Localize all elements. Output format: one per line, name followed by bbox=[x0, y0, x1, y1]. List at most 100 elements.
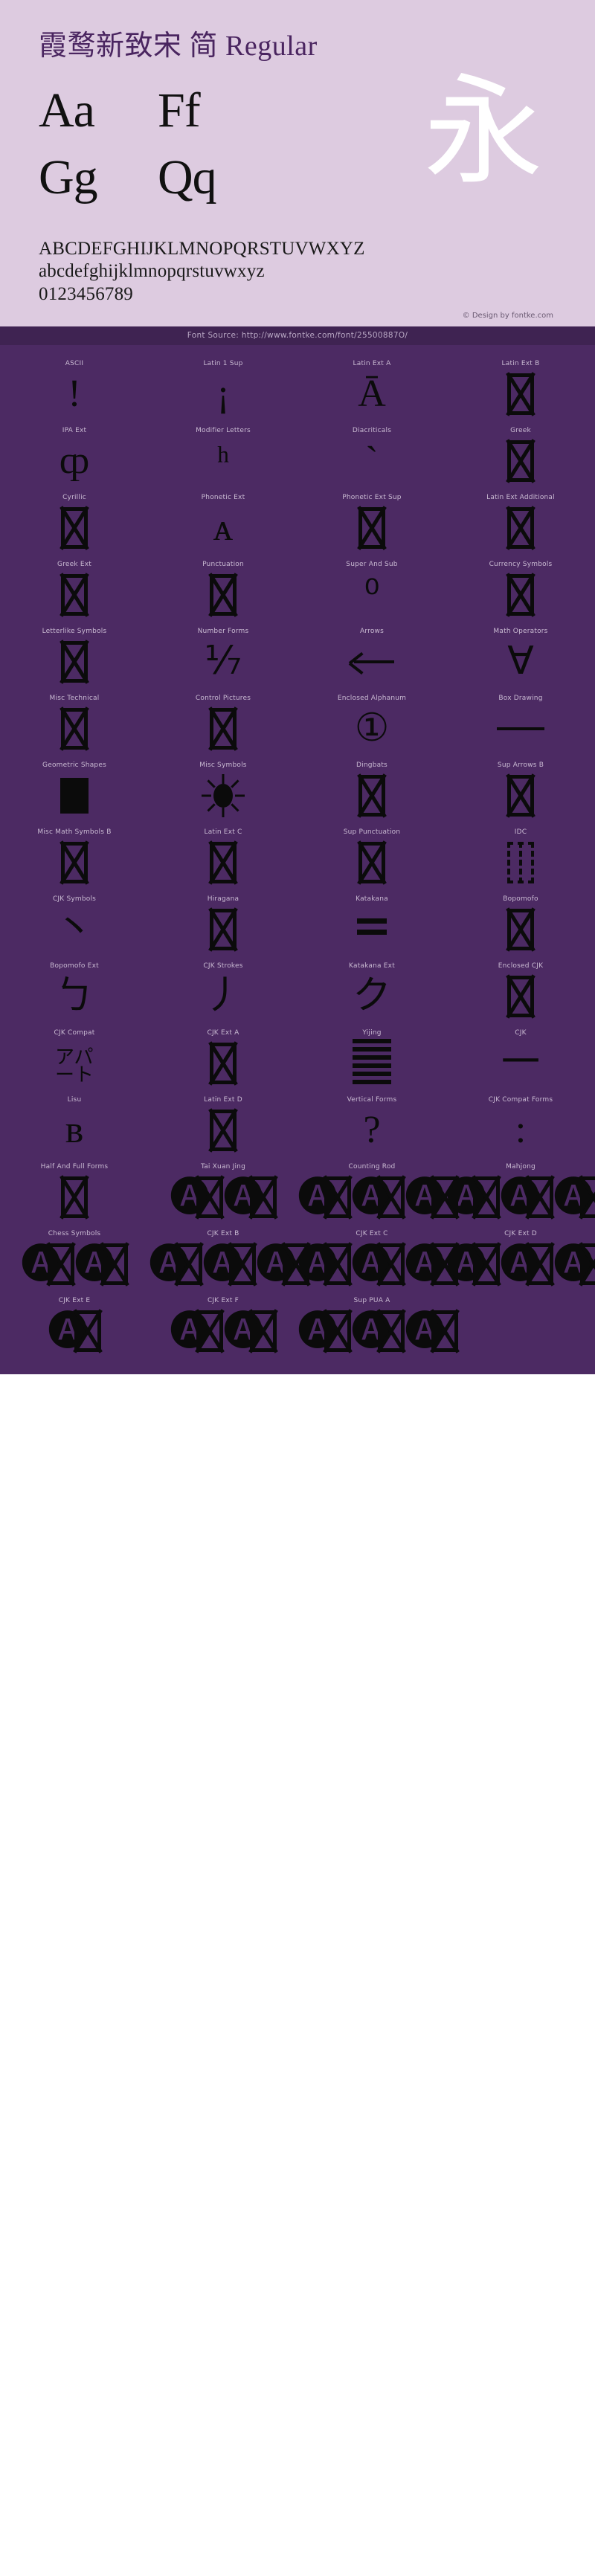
unicode-block-cell[interactable]: Mahjong🅐🅐🅐🅐 bbox=[446, 1156, 595, 1223]
unicode-block-cell[interactable]: Hiragana bbox=[149, 888, 298, 955]
unicode-block-cell[interactable]: Geometric Shapes bbox=[0, 754, 149, 821]
unicode-block-cell[interactable]: Sup Punctuation bbox=[298, 821, 446, 888]
unicode-block-cell[interactable]: CJK Ext E 🅐 bbox=[0, 1289, 149, 1356]
unicode-block-cell[interactable]: Yijing bbox=[298, 1022, 446, 1089]
glyph-sample-text: ᴀ bbox=[213, 506, 234, 550]
unicode-block-cell[interactable]: Misc Technical bbox=[0, 687, 149, 754]
unicode-block-cell[interactable]: Latin Ext D bbox=[149, 1089, 298, 1156]
missing-glyph-box bbox=[324, 1176, 351, 1219]
unicode-block-sample: : bbox=[446, 1105, 595, 1156]
unicode-block-label: CJK Ext E bbox=[58, 1297, 91, 1305]
unicode-block-cell[interactable]: Sup PUA A 🅐 🅐 🅐 bbox=[298, 1289, 458, 1356]
missing-glyph-box bbox=[210, 708, 237, 750]
unicode-block-sample bbox=[446, 703, 595, 754]
block-row: CJK Symbols 丶 Hiragana Katakana Bopomofo bbox=[0, 888, 595, 955]
unicode-block-sample: 丿 bbox=[149, 971, 298, 1022]
unicode-block-sample: ㄅ bbox=[0, 971, 149, 1022]
block-row: Lisu ʙ Latin Ext D Vertical Forms? CJK Compa… bbox=[0, 1089, 595, 1156]
unicode-block-cell[interactable]: Enclosed Alphanum ① bbox=[298, 687, 446, 754]
unicode-block-sample: ʰ bbox=[149, 436, 298, 486]
unicode-block-cell[interactable]: Latin Ext C bbox=[149, 821, 298, 888]
unicode-block-cell[interactable]: Latin 1 Sup ¡ bbox=[149, 352, 298, 419]
unicode-block-cell[interactable]: Letterlike Symbols bbox=[0, 620, 149, 687]
unicode-block-cell[interactable]: Misc Symbols bbox=[149, 754, 298, 821]
unicode-block-sample: ` bbox=[298, 436, 446, 486]
unicode-block-cell[interactable]: CJK 一 bbox=[446, 1022, 595, 1089]
unicode-block-cell[interactable]: Currency Symbols bbox=[446, 553, 595, 620]
unicode-block-label: Dingbats bbox=[356, 761, 387, 770]
unicode-block-cell[interactable]: Box Drawing bbox=[446, 687, 595, 754]
block-row: Bopomofo Ext ㄅ CJK Strokes 丿 Katakana Ext ク En… bbox=[0, 955, 595, 1022]
unicode-block-label: Letterlike Symbols bbox=[42, 628, 107, 636]
arrow-left-icon bbox=[348, 651, 394, 675]
missing-glyph-box bbox=[527, 1243, 553, 1286]
missing-glyph-box bbox=[507, 909, 534, 951]
unicode-block-cell[interactable]: Math Operators ∀ bbox=[446, 620, 595, 687]
unicode-block-label: Phonetic Ext bbox=[201, 494, 245, 502]
unicode-block-label: Sup PUA A bbox=[353, 1297, 390, 1305]
missing-glyph-box bbox=[196, 1176, 223, 1219]
glyph-sample-ff: Ff bbox=[158, 83, 201, 138]
missing-glyph-box bbox=[473, 1176, 500, 1219]
missing-glyph-box bbox=[250, 1310, 277, 1353]
glyph-sample-text: 丶 bbox=[54, 908, 94, 951]
unicode-block-cell[interactable]: Control Pictures bbox=[149, 687, 298, 754]
font-source-link[interactable]: Font Source: http://www.fontke.com/font/… bbox=[0, 326, 595, 346]
unicode-block-cell[interactable]: Counting Rod 🅐 🅐 🅐 bbox=[298, 1156, 458, 1223]
unicode-block-cell[interactable]: Cyrillic bbox=[0, 486, 149, 553]
unicode-block-label: Latin Ext A bbox=[353, 360, 391, 368]
unicode-block-cell[interactable]: Chess Symbols 🅐 🅐 bbox=[0, 1223, 149, 1289]
missing-glyph-box bbox=[61, 574, 88, 616]
double-equal-glyph bbox=[357, 918, 387, 941]
unicode-block-cell[interactable]: Half And Full Forms bbox=[0, 1156, 149, 1223]
unicode-block-cell[interactable]: Phonetic Ext Sup bbox=[298, 486, 446, 553]
unicode-block-cell[interactable] bbox=[446, 1289, 595, 1356]
unicode-block-cell[interactable]: Diacriticals ` bbox=[298, 419, 446, 486]
unicode-block-cell[interactable]: Enclosed CJK bbox=[446, 955, 595, 1022]
unicode-block-cell[interactable]: Katakana bbox=[298, 888, 446, 955]
unicode-block-cell[interactable]: Number Forms ⅐ bbox=[149, 620, 298, 687]
unicode-block-label: Punctuation bbox=[202, 561, 244, 569]
unicode-block-cell[interactable]: Bopomofo bbox=[446, 888, 595, 955]
unicode-block-sample bbox=[149, 570, 298, 620]
unicode-block-cell[interactable]: Latin Ext B bbox=[446, 352, 595, 419]
unicode-block-cell[interactable]: Arrows bbox=[298, 620, 446, 687]
unicode-block-cell[interactable]: Phonetic Ext ᴀ bbox=[149, 486, 298, 553]
unicode-block-cell[interactable]: IDC bbox=[446, 821, 595, 888]
unicode-block-cell[interactable]: Super And Sub ⁰ bbox=[298, 553, 446, 620]
unicode-block-cell[interactable]: Dingbats bbox=[298, 754, 446, 821]
unicode-block-cell[interactable]: Greek Ext bbox=[0, 553, 149, 620]
unicode-block-cell[interactable]: Latin Ext Additional bbox=[446, 486, 595, 553]
unicode-block-cell[interactable]: CJK Ext F 🅐 🅐 bbox=[149, 1289, 298, 1356]
unicode-block-cell[interactable]: CJK Compat アパ ート bbox=[0, 1022, 149, 1089]
unicode-block-cell[interactable]: Punctuation bbox=[149, 553, 298, 620]
missing-glyph-box bbox=[473, 1243, 500, 1286]
unicode-block-cell[interactable]: CJK Ext C 🅐 🅐 🅐 bbox=[298, 1223, 458, 1289]
unicode-block-cell[interactable]: Tai Xuan Jing 🅐 🅐 bbox=[149, 1156, 298, 1223]
unicode-block-cell[interactable]: Modifier Letters ʰ bbox=[149, 419, 298, 486]
unicode-block-cell[interactable]: Sup Arrows B bbox=[446, 754, 595, 821]
unicode-block-sample bbox=[149, 1038, 298, 1089]
unicode-block-cell[interactable]: CJK Ext A bbox=[149, 1022, 298, 1089]
unicode-block-sample: ȹ bbox=[0, 436, 149, 486]
unicode-block-cell[interactable]: Latin Ext A Ā bbox=[298, 352, 446, 419]
unicode-block-cell[interactable]: CJK Symbols 丶 bbox=[0, 888, 149, 955]
block-row: ASCII! Latin 1 Sup ¡ Latin Ext A Ā Latin Ext … bbox=[0, 352, 595, 419]
unicode-block-label: Yijing bbox=[362, 1029, 382, 1037]
unicode-block-cell[interactable]: CJK Ext B 🅐 🅐 🅐 bbox=[149, 1223, 309, 1289]
unicode-block-sample: 🅐 🅐 bbox=[0, 1239, 149, 1289]
unicode-block-cell[interactable]: Bopomofo Ext ㄅ bbox=[0, 955, 149, 1022]
unicode-block-cell[interactable]: CJK Ext D 🅐 🅐 🅐 bbox=[446, 1223, 595, 1289]
unicode-block-cell[interactable]: Katakana Ext ク bbox=[298, 955, 446, 1022]
font-specimen-header: 霞鹜新致宋 简 Regular Aa Ff Gg Qq 永 ABCDEFGHIJ… bbox=[0, 0, 595, 327]
unicode-block-cell[interactable]: CJK Compat Forms: bbox=[446, 1089, 595, 1156]
unicode-block-cell[interactable]: IPA Ext ȹ bbox=[0, 419, 149, 486]
page-title: 霞鹜新致宋 简 Regular bbox=[39, 30, 318, 62]
unicode-block-cell[interactable]: Greek bbox=[446, 419, 595, 486]
unicode-block-cell[interactable]: Vertical Forms? bbox=[298, 1089, 446, 1156]
unicode-block-cell[interactable]: ASCII! bbox=[0, 352, 149, 419]
unicode-block-cell[interactable]: Lisu ʙ bbox=[0, 1089, 149, 1156]
unicode-block-cell[interactable]: Misc Math Symbols B bbox=[0, 821, 149, 888]
unicode-block-cell[interactable]: CJK Strokes 丿 bbox=[149, 955, 298, 1022]
unicode-block-sample: ᴀ bbox=[149, 503, 298, 553]
